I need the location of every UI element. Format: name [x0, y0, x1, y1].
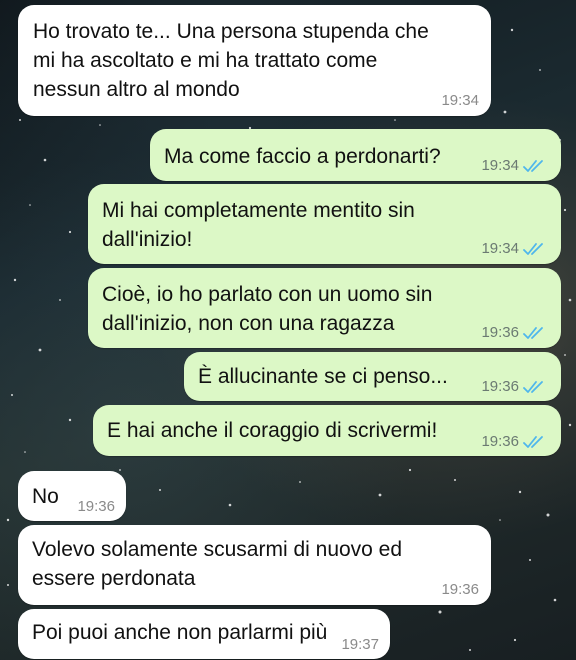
incoming-message[interactable]: Poi puoi anche non parlarmi più 19:37 [18, 609, 390, 659]
message-time: 19:36 [441, 581, 479, 598]
message-text: E hai anche il coraggio di scrivermi! [107, 419, 438, 442]
message-time: 19:36 [481, 433, 519, 450]
message-text: Ho trovato te... Una persona stupenda ch… [33, 20, 429, 101]
message-text: Volevo solamente scusarmi di nuovo ed es… [32, 538, 403, 590]
double-check-icon [523, 326, 543, 339]
message-time: 19:37 [341, 636, 379, 653]
outgoing-message[interactable]: E hai anche il coraggio di scrivermi! 19… [93, 405, 561, 456]
message-time: 19:34 [481, 240, 519, 257]
double-check-icon [523, 380, 543, 393]
message-time: 19:36 [77, 498, 115, 515]
message-time: 19:36 [481, 324, 519, 341]
message-text: Ma come faccio a perdonarti? [164, 145, 441, 168]
outgoing-message[interactable]: Mi hai completamente mentito sin dall'in… [88, 184, 561, 264]
message-time: 19:34 [481, 157, 519, 174]
double-check-icon [523, 159, 543, 172]
message-time: 19:34 [441, 92, 479, 109]
outgoing-message[interactable]: Cioè, io ho parlato con un uomo sin dall… [88, 268, 561, 348]
double-check-icon [523, 242, 543, 255]
incoming-message[interactable]: No 19:36 [18, 471, 126, 521]
message-time: 19:36 [481, 378, 519, 395]
incoming-message[interactable]: Ho trovato te... Una persona stupenda ch… [18, 5, 491, 116]
double-check-icon [523, 435, 543, 448]
message-text: Cioè, io ho parlato con un uomo sin dall… [102, 283, 433, 335]
message-text: Mi hai completamente mentito sin dall'in… [102, 199, 415, 251]
incoming-message[interactable]: Volevo solamente scusarmi di nuovo ed es… [18, 525, 491, 605]
message-text: No [32, 485, 59, 508]
outgoing-message[interactable]: È allucinante se ci penso... 19:36 [184, 352, 561, 401]
message-text: Poi puoi anche non parlarmi più [32, 621, 328, 644]
message-text: È allucinante se ci penso... [198, 365, 448, 388]
outgoing-message[interactable]: Ma come faccio a perdonarti? 19:34 [150, 129, 561, 181]
